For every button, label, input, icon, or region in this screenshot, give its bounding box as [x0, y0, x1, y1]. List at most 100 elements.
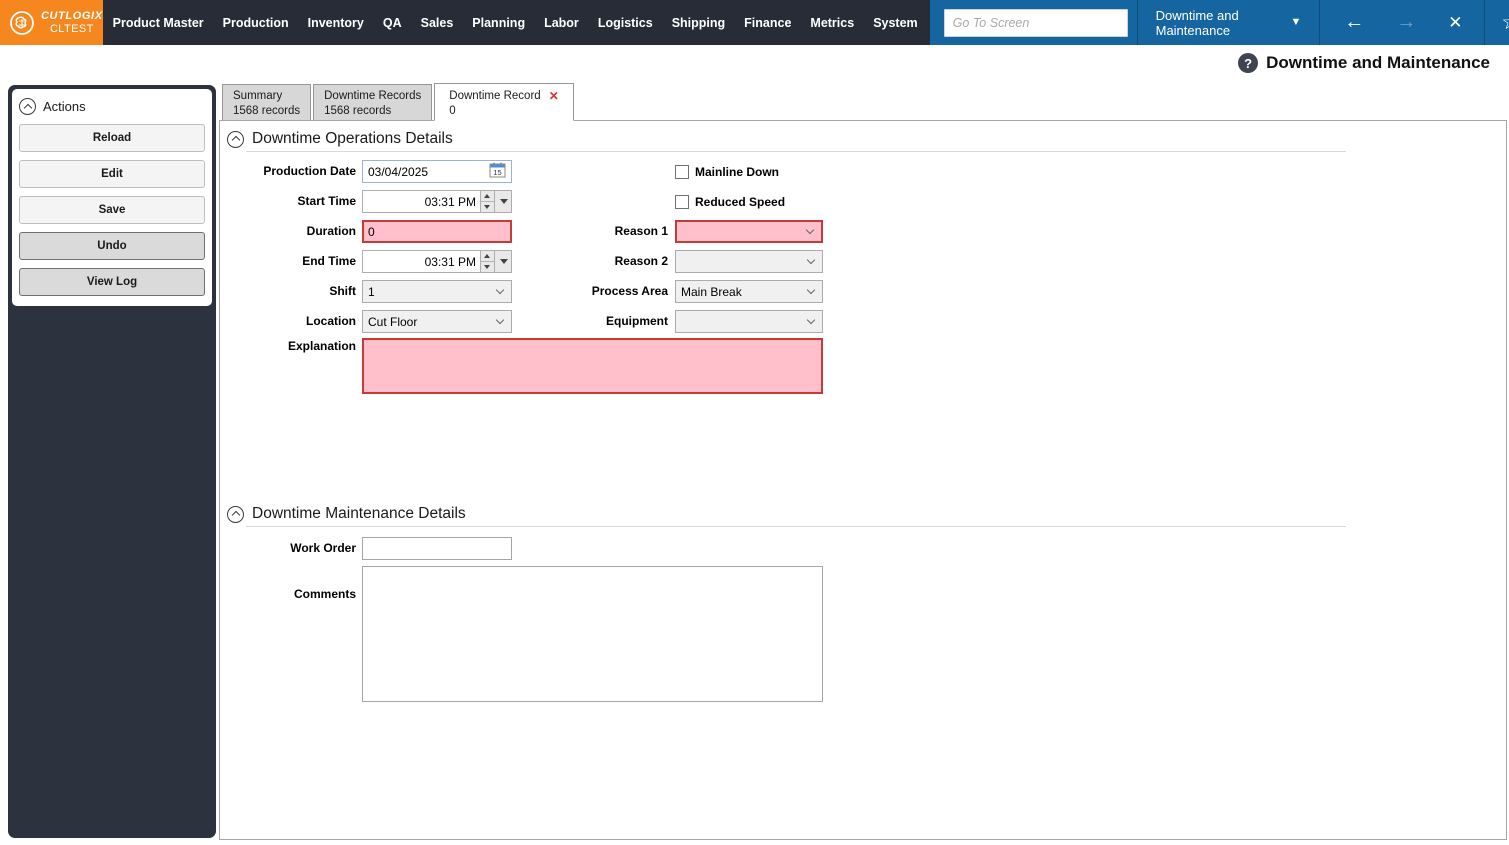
screen-selector-dropdown[interactable]: Downtime and Maintenance ▼: [1138, 0, 1320, 45]
go-to-screen-input[interactable]: [944, 9, 1128, 37]
tab-close-icon[interactable]: ✕: [549, 89, 559, 104]
tab-label: Downtime Record: [449, 89, 540, 104]
process-area-value: Main Break: [681, 285, 808, 299]
shift-dropdown[interactable]: 1: [362, 280, 512, 303]
forward-icon[interactable]: →: [1380, 0, 1432, 45]
chevron-down-icon: [496, 286, 504, 294]
nav-item-finance[interactable]: Finance: [744, 16, 791, 30]
nav-item-inventory[interactable]: Inventory: [308, 16, 364, 30]
favorite-star-icon[interactable]: ☆: [1485, 0, 1509, 45]
chevron-down-icon: ▼: [1291, 17, 1302, 28]
tab-sublabel: 1568 records: [324, 104, 421, 118]
app-window: CUTLOGIX CLTEST Product Master Productio…: [0, 0, 1509, 845]
chevron-down-icon: [496, 316, 504, 324]
edit-button[interactable]: Edit: [19, 160, 205, 188]
maintenance-section-header[interactable]: Downtime Maintenance Details: [227, 505, 466, 523]
duration-input[interactable]: [362, 220, 512, 243]
page-title-text: Downtime and Maintenance: [1266, 53, 1490, 73]
tab-label: Summary: [233, 89, 282, 104]
time-spinner: [480, 191, 494, 212]
tab-bar: Summary 1568 records Downtime Records 15…: [222, 84, 576, 122]
comments-label: Comments: [226, 583, 356, 606]
nav-item-shipping[interactable]: Shipping: [672, 16, 725, 30]
undo-button[interactable]: Undo: [19, 232, 205, 260]
work-order-input[interactable]: [362, 537, 512, 560]
start-time-field[interactable]: 03:31 PM: [362, 190, 512, 213]
screen-selector-value: Downtime and Maintenance: [1156, 8, 1277, 38]
tab-downtime-records[interactable]: Downtime Records 1568 records: [313, 84, 432, 120]
shift-value: 1: [368, 285, 497, 299]
mainline-down-checkbox[interactable]: [675, 165, 689, 179]
chevron-down-icon: [807, 256, 815, 264]
title-row: ? Downtime and Maintenance: [0, 45, 1509, 84]
nav-item-product-master[interactable]: Product Master: [113, 16, 204, 30]
nav-item-production[interactable]: Production: [223, 16, 289, 30]
brand-logo[interactable]: CUTLOGIX CLTEST: [0, 0, 103, 45]
location-value: Cut Floor: [368, 315, 497, 329]
nav-item-sales[interactable]: Sales: [421, 16, 454, 30]
close-screen-icon[interactable]: ✕: [1432, 0, 1478, 45]
equipment-dropdown[interactable]: [675, 310, 823, 333]
cutlogix-logo-icon: [9, 10, 35, 36]
reason1-label: Reason 1: [538, 220, 668, 243]
save-button[interactable]: Save: [19, 196, 205, 224]
shift-label: Shift: [226, 280, 356, 303]
main-panel: Downtime Operations Details Production D…: [219, 120, 1507, 840]
time-dropdown-icon[interactable]: [494, 251, 511, 272]
nav-item-planning[interactable]: Planning: [472, 16, 525, 30]
nav-item-metrics[interactable]: Metrics: [810, 16, 854, 30]
help-icon[interactable]: ?: [1238, 53, 1258, 73]
process-area-dropdown[interactable]: Main Break: [675, 280, 823, 303]
top-nav-bar: CUTLOGIX CLTEST Product Master Productio…: [0, 0, 1509, 45]
brand-name: CUTLOGIX: [41, 10, 103, 22]
nav-item-labor[interactable]: Labor: [544, 16, 579, 30]
tab-sublabel: 1568 records: [233, 104, 300, 118]
spin-down-icon[interactable]: [481, 262, 494, 272]
reason2-dropdown[interactable]: [675, 250, 823, 273]
process-area-label: Process Area: [538, 280, 668, 303]
tab-label: Downtime Records: [324, 89, 421, 104]
reason1-dropdown[interactable]: [675, 220, 823, 243]
end-time-field[interactable]: 03:31 PM: [362, 250, 512, 273]
explanation-label: Explanation: [226, 335, 356, 358]
reduced-speed-checkbox[interactable]: [675, 195, 689, 209]
nav-item-logistics[interactable]: Logistics: [598, 16, 653, 30]
location-dropdown[interactable]: Cut Floor: [362, 310, 512, 333]
equipment-label: Equipment: [538, 310, 668, 333]
comments-textarea[interactable]: [362, 566, 823, 702]
main-menu: Product Master Production Inventory QA S…: [103, 0, 918, 45]
work-order-label: Work Order: [226, 537, 356, 560]
back-icon[interactable]: ←: [1328, 0, 1380, 45]
tab-downtime-record[interactable]: Downtime Record ✕ 0: [434, 83, 573, 121]
chevron-down-icon: [807, 286, 815, 294]
section-divider: [246, 526, 1346, 527]
start-time-value: 03:31 PM: [363, 195, 480, 209]
explanation-textarea[interactable]: [362, 338, 823, 394]
tab-summary[interactable]: Summary 1568 records: [222, 84, 311, 120]
time-dropdown-icon[interactable]: [494, 191, 511, 212]
reduced-speed-label: Reduced Speed: [695, 195, 785, 209]
spin-up-icon[interactable]: [481, 191, 494, 202]
nav-item-system[interactable]: System: [873, 16, 917, 30]
operations-section-header[interactable]: Downtime Operations Details: [227, 130, 453, 148]
chevron-down-icon: [807, 316, 815, 324]
location-label: Location: [226, 310, 356, 333]
spin-up-icon[interactable]: [481, 251, 494, 262]
time-spinner: [480, 251, 494, 272]
left-sidebar: Actions Reload Edit Save Undo View Log: [8, 85, 216, 838]
section-title: Downtime Maintenance Details: [252, 505, 466, 523]
spin-down-icon[interactable]: [481, 202, 494, 212]
start-time-label: Start Time: [226, 190, 356, 213]
actions-panel: Actions Reload Edit Save Undo View Log: [12, 89, 212, 306]
production-date-field[interactable]: 03/04/2025 15: [362, 160, 512, 183]
view-log-button[interactable]: View Log: [19, 268, 205, 296]
reason2-label: Reason 2: [538, 250, 668, 273]
actions-collapse-header[interactable]: Actions: [19, 98, 205, 115]
calendar-icon[interactable]: 15: [489, 162, 506, 181]
nav-item-qa[interactable]: QA: [383, 16, 402, 30]
reload-button[interactable]: Reload: [19, 124, 205, 152]
collapse-chevron-icon: [227, 131, 244, 148]
duration-label: Duration: [226, 220, 356, 243]
collapse-chevron-icon: [19, 98, 36, 115]
mainline-down-label: Mainline Down: [695, 165, 779, 179]
